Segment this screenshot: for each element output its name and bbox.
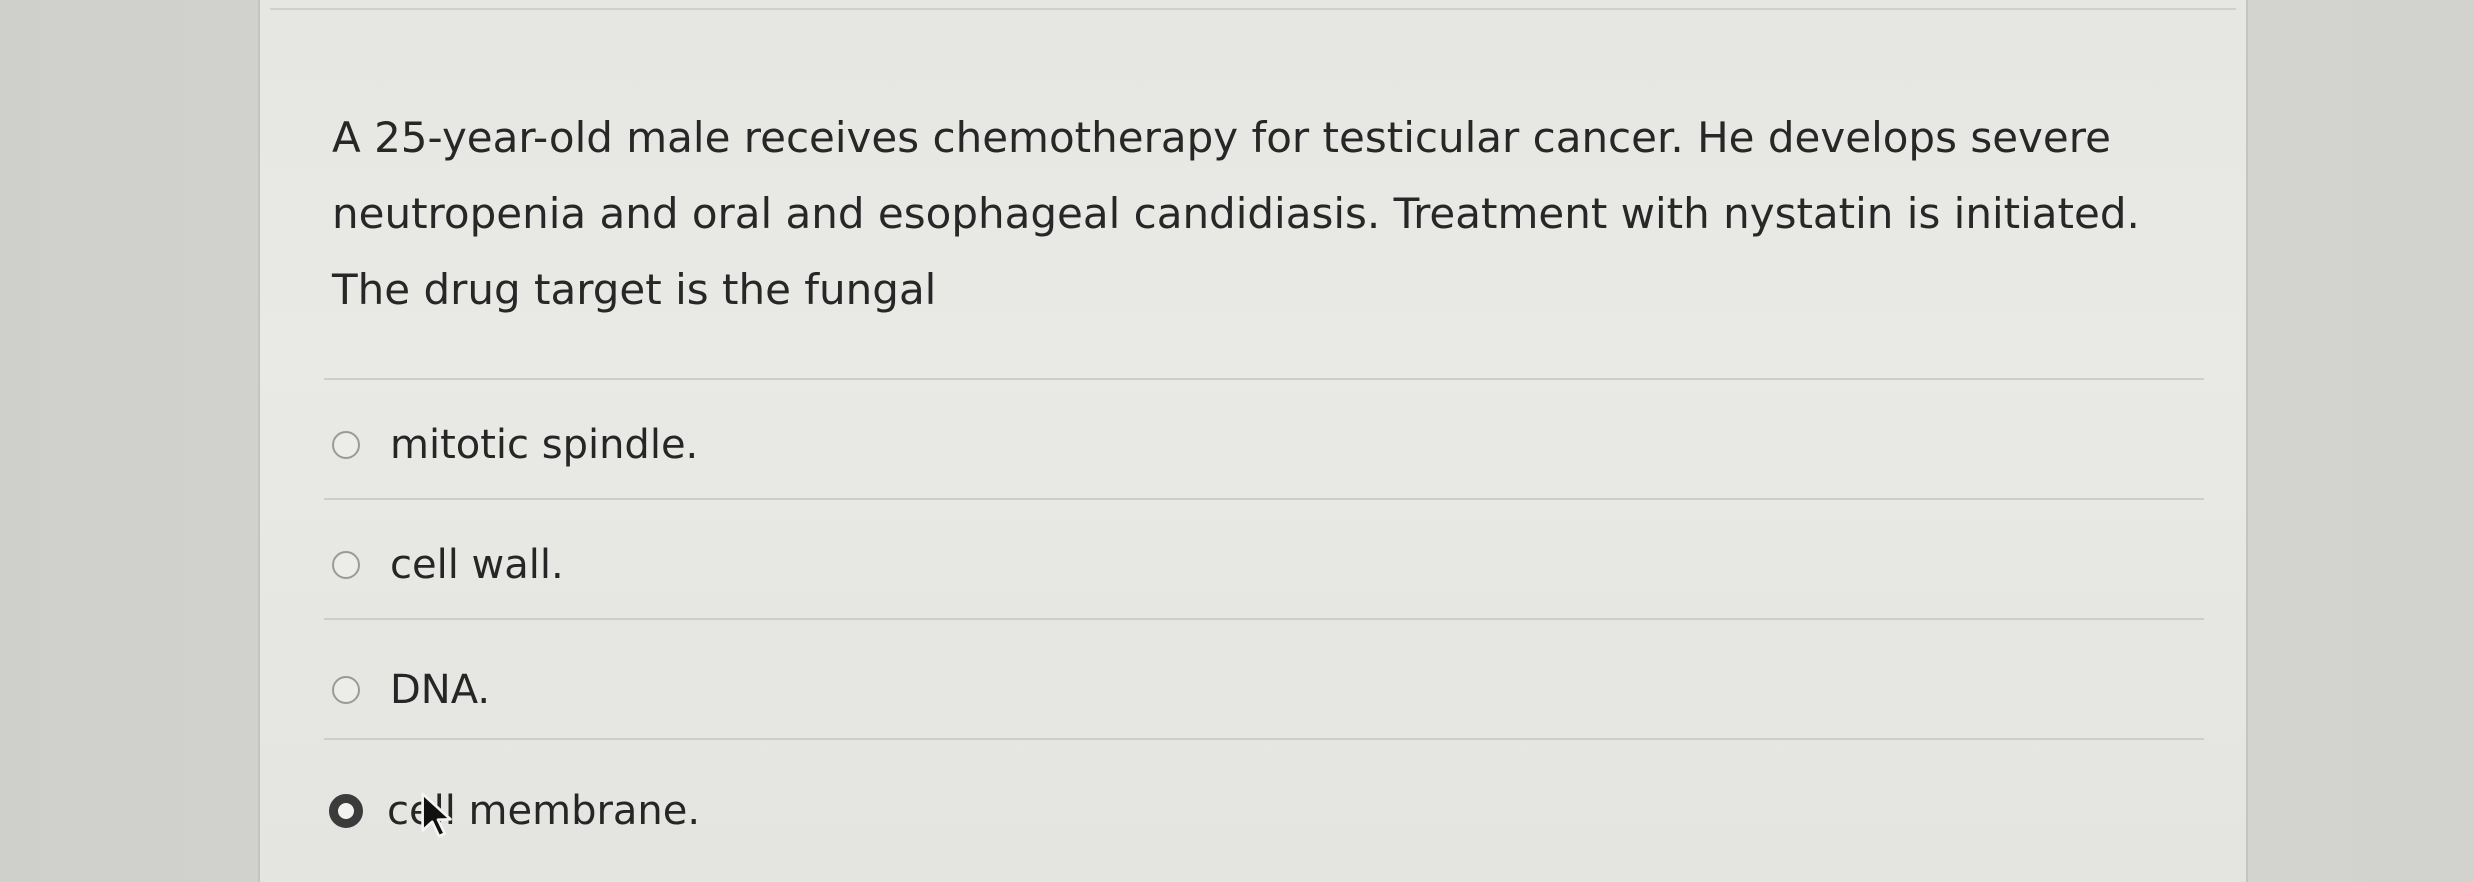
radio-button-icon[interactable] bbox=[332, 551, 360, 579]
radio-button-icon[interactable] bbox=[332, 431, 360, 459]
option-label: DNA. bbox=[390, 667, 491, 713]
card-top-border bbox=[270, 8, 2236, 10]
answer-option-dna[interactable]: DNA. bbox=[332, 655, 490, 725]
answer-option-mitotic-spindle[interactable]: mitotic spindle. bbox=[332, 410, 698, 480]
divider bbox=[324, 738, 2204, 740]
divider bbox=[324, 618, 2204, 620]
divider bbox=[324, 498, 2204, 500]
radio-button-icon[interactable] bbox=[332, 676, 360, 704]
radio-button-selected-icon[interactable] bbox=[329, 794, 363, 828]
question-card: A 25-year-old male receives chemotherapy… bbox=[258, 0, 2248, 882]
option-label: mitotic spindle. bbox=[390, 422, 699, 468]
question-text: A 25-year-old male receives chemotherapy… bbox=[332, 113, 2140, 314]
mouse-pointer-icon bbox=[421, 792, 452, 838]
divider bbox=[324, 378, 2204, 380]
option-label: cell wall. bbox=[390, 542, 564, 588]
answer-option-cell-wall[interactable]: cell wall. bbox=[332, 530, 564, 600]
answer-option-cell-membrane[interactable]: cell membrane. bbox=[329, 776, 700, 846]
